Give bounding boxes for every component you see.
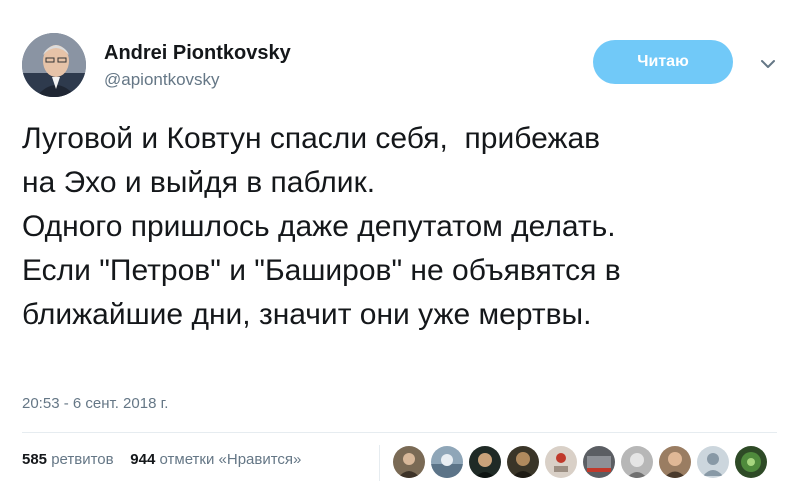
liker-avatar-9[interactable]	[735, 446, 767, 478]
stats-separator	[379, 445, 380, 481]
liker-avatar-4[interactable]	[507, 446, 539, 478]
landscape-icon	[431, 454, 463, 478]
chevron-down-icon	[761, 60, 775, 68]
tweet-line: на Эхо и выйдя в паблик.	[22, 166, 376, 199]
following-button[interactable]: Читаю	[593, 40, 733, 84]
tweet-line: ближайшие дни, значит они уже мертвы.	[22, 298, 592, 331]
tweet-stats: 585 ретвитов 944 отметки «Нравится»	[22, 451, 301, 468]
person-icon	[475, 453, 495, 478]
tweet-line: Если "Петров" и "Баширов" не объявятся в	[22, 254, 621, 287]
retweets-count: 585	[22, 451, 48, 468]
retweets-label: ретвитов	[51, 451, 114, 468]
likes-stat[interactable]: 944 отметки «Нравится»	[130, 451, 301, 468]
default-user-icon	[703, 453, 723, 476]
leaf-icon	[741, 452, 761, 472]
person-icon	[398, 453, 420, 478]
liker-avatar-5[interactable]	[545, 446, 577, 478]
liker-avatar-2[interactable]	[431, 446, 463, 478]
author-avatar[interactable]	[22, 33, 86, 97]
retweets-stat[interactable]: 585 ретвитов	[22, 451, 114, 468]
liker-avatar-3[interactable]	[469, 446, 501, 478]
badge-icon	[554, 453, 568, 472]
author-avatar-icon	[22, 33, 86, 97]
liker-avatar-8[interactable]	[659, 446, 691, 478]
group-icon	[587, 456, 611, 472]
author-display-name[interactable]: Andrei Piontkovsky	[104, 42, 291, 65]
more-options-button[interactable]	[756, 52, 780, 76]
divider	[22, 432, 777, 433]
person-icon	[627, 453, 647, 478]
tweet-text: Луговой и Ковтун спасли себя, прибежав н…	[22, 117, 797, 337]
author-handle[interactable]: @apiontkovsky	[104, 70, 220, 90]
tweet-line: Одного пришлось даже депутатом делать.	[22, 210, 616, 243]
liker-avatar-1[interactable]	[393, 446, 425, 478]
likers-avatars	[393, 446, 773, 478]
person-icon	[512, 452, 534, 478]
likes-count: 944	[130, 451, 156, 468]
person-icon	[664, 452, 686, 478]
liker-avatar-default[interactable]	[697, 446, 729, 478]
likes-label: отметки «Нравится»	[159, 451, 302, 468]
liker-avatar-6[interactable]	[583, 446, 615, 478]
tweet-timestamp[interactable]: 20:53 - 6 сент. 2018 г.	[22, 395, 168, 412]
tweet-line: Луговой и Ковтун спасли себя, прибежав	[22, 122, 601, 155]
liker-avatar-7[interactable]	[621, 446, 653, 478]
